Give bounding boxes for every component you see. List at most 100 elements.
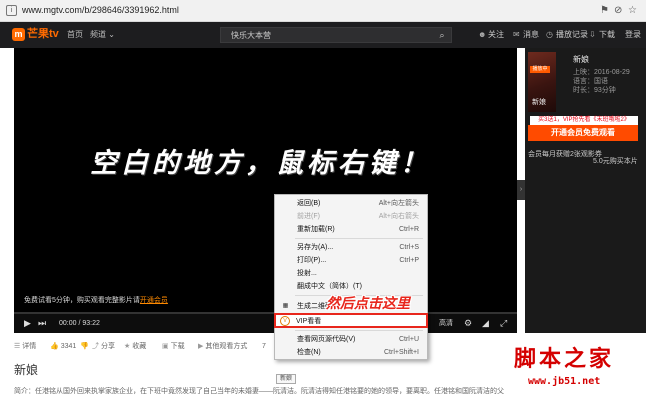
quality-button[interactable]: 高清	[439, 319, 453, 328]
poster-title: 新娘	[532, 99, 546, 106]
site-header: m 芒果tv 首页 频道 ⌄ 快乐大本营 ⌕ ☻ 关注 ✉ 消息 ◷ 播放记录 …	[0, 22, 646, 48]
menu-item-save-as[interactable]: 另存为(A)... Ctrl+S	[275, 242, 427, 253]
menu-item-label: 返回(B)	[297, 200, 321, 207]
thumb-down-icon: 👎	[80, 343, 89, 350]
bookmark-star-icon[interactable]: ☆	[628, 4, 637, 17]
menu-item-label: 检查(N)	[297, 349, 321, 356]
trial-text: 免费试看5分钟，购买观看完整影片请	[24, 297, 140, 304]
other-ways-button[interactable]: ▶ 其他观看方式	[198, 342, 247, 351]
purchase-price[interactable]: 5.0元购买本片	[593, 157, 638, 166]
vip-promo-banner[interactable]: 买3送1，VIP抢先看《末班哦啦2》	[530, 116, 638, 125]
nav-home[interactable]: 首页	[67, 30, 83, 40]
instruction-caption: 空白的地方，鼠标右键！	[90, 148, 431, 179]
language: 语言：国语	[573, 78, 608, 85]
nav-channel[interactable]: 频道 ⌄	[90, 30, 115, 40]
menu-item-label: 翻成中文（简体）(T)	[297, 283, 362, 290]
settings-gear-icon[interactable]: ⚙	[464, 318, 472, 329]
share-label: 分享	[101, 343, 115, 350]
history-link[interactable]: 播放记录	[556, 30, 588, 40]
address-url[interactable]: www.mgtv.com/b/298646/3391962.html	[22, 4, 179, 17]
menu-item-label: 查看网页源代码(V)	[297, 336, 356, 343]
menu-item-shortcut: Ctrl+S	[399, 244, 419, 251]
download-label: 下载	[170, 343, 185, 350]
menu-item-label: 投射...	[297, 270, 317, 277]
detail-label: 详情	[22, 343, 37, 350]
share-button[interactable]: ⤴ 分享	[92, 342, 115, 351]
qrcode-icon: ▦	[282, 303, 289, 309]
star-icon: ★	[124, 343, 131, 350]
login-link[interactable]: 登录	[625, 30, 641, 40]
other-ways-label: 其他观看方式	[205, 343, 248, 350]
menu-item-inspect[interactable]: 检查(N) Ctrl+Shift+I	[275, 347, 427, 358]
page-title: 新娘	[14, 363, 39, 377]
like-button[interactable]: 👍 3341	[50, 342, 76, 351]
menu-item-shortcut: Ctrl+U	[398, 336, 419, 343]
follow-link[interactable]: 关注	[488, 30, 504, 40]
menu-item-label: 另存为(A)...	[297, 244, 334, 251]
trial-member-link[interactable]: 开通会员	[140, 297, 168, 304]
download-link[interactable]: 下载	[599, 30, 615, 40]
menu-item-label: 前进(F)	[297, 213, 320, 220]
play-icon[interactable]: ▶	[24, 318, 31, 329]
partial-number: 7	[262, 343, 266, 350]
page-info-icon[interactable]: i	[6, 5, 17, 16]
now-playing-badge: 播放中	[530, 66, 550, 73]
menu-item-view-source[interactable]: 查看网页源代码(V) Ctrl+U	[275, 334, 427, 345]
menu-item-print[interactable]: 打印(P)... Ctrl+P	[275, 255, 427, 266]
favorite-button[interactable]: ★ 收藏	[124, 342, 146, 351]
menu-item-label: 打印(P)...	[297, 257, 327, 264]
menu-item-reload[interactable]: 重新加载(R) Ctrl+R	[275, 224, 427, 235]
logo-text: 芒果tv	[27, 28, 59, 40]
ticket-note: 会员每月获赠2张观影券	[528, 151, 602, 158]
trial-notice: 免费试看5分钟，购买观看完整影片请开通会员	[24, 296, 168, 305]
menu-item-shortcut: Alt+向左箭头	[378, 200, 419, 207]
message-link[interactable]: 消息	[523, 30, 539, 40]
search-box[interactable]: 快乐大本营 ⌕	[220, 27, 452, 43]
extension-icon[interactable]: ⊘	[614, 4, 622, 17]
movie-poster[interactable]: 播放中 新娘	[528, 52, 556, 112]
time-display: 00:00 / 93:22	[59, 320, 100, 327]
menu-item-cast[interactable]: 投射...	[275, 268, 427, 279]
menu-item-shortcut: Ctrl+P	[399, 257, 419, 264]
player-controls: ▶ ⏭ 00:00 / 93:22 高清 ⚙ ◢ ⤢	[14, 314, 517, 333]
watermark-url: www.jb51.net	[528, 376, 601, 387]
menu-item-shortcut: Alt+向右箭头	[378, 213, 419, 220]
chevron-down-icon: ⌄	[108, 30, 115, 39]
menu-item-translate[interactable]: 翻成中文（简体）(T)	[275, 281, 427, 292]
thumb-up-icon: 👍	[50, 343, 59, 350]
share-icon: ⤴	[92, 343, 99, 350]
video-player[interactable]	[14, 48, 517, 333]
tooltip: 新娘	[276, 374, 296, 384]
menu-item-back[interactable]: 返回(B) Alt+向左箭头	[275, 198, 427, 209]
movie-title: 新娘	[573, 55, 589, 64]
dislike-button[interactable]: 👎	[80, 342, 91, 351]
volume-icon[interactable]: ◢	[482, 318, 489, 329]
download-button[interactable]: ▣ 下载	[162, 342, 185, 351]
download-icon: ⇩	[589, 30, 596, 39]
menu-separator	[295, 330, 423, 331]
browser-address-bar: i www.mgtv.com/b/298646/3391962.html ⚑ ⊘…	[0, 0, 646, 22]
panel-collapse-icon[interactable]: ›	[517, 180, 525, 200]
menu-item-vip-watch[interactable]: V VIP看看	[274, 313, 428, 328]
detail-button[interactable]: ☰ 详情	[14, 342, 36, 351]
synopsis: 简介：任港铭从国外回来执掌家族企业，在下班中竟然发现了自己当年的未婚妻——阮清洁…	[14, 388, 504, 395]
vip-subscribe-button[interactable]: 开通会员免费观看	[528, 125, 638, 141]
nav-channel-label: 频道	[90, 30, 106, 39]
search-input[interactable]: 快乐大本营	[231, 31, 271, 41]
menu-item-forward[interactable]: 前进(F) Alt+向右箭头	[275, 211, 427, 222]
fullscreen-icon[interactable]: ⤢	[500, 318, 507, 329]
menu-item-label: 重新加载(R)	[297, 226, 335, 233]
download-box-icon: ▣	[162, 343, 169, 350]
vip-item-label: VIP看看	[296, 318, 322, 325]
context-menu: 返回(B) Alt+向左箭头 前进(F) Alt+向右箭头 重新加载(R) Ctrl+…	[274, 194, 428, 360]
message-icon: ✉	[513, 30, 520, 39]
menu-item-shortcut: Ctrl+Shift+I	[383, 349, 419, 356]
translate-icon[interactable]: ⚑	[600, 4, 609, 17]
watermark-title: 脚本之家	[514, 346, 615, 372]
release-date: 上映：2016-08-29	[573, 69, 630, 76]
next-icon[interactable]: ⏭	[38, 318, 46, 329]
search-icon[interactable]: ⌕	[433, 28, 451, 42]
duration: 时长：93分钟	[573, 87, 616, 94]
play-circle-icon: ▶	[198, 343, 204, 350]
like-count: 3341	[60, 343, 77, 350]
